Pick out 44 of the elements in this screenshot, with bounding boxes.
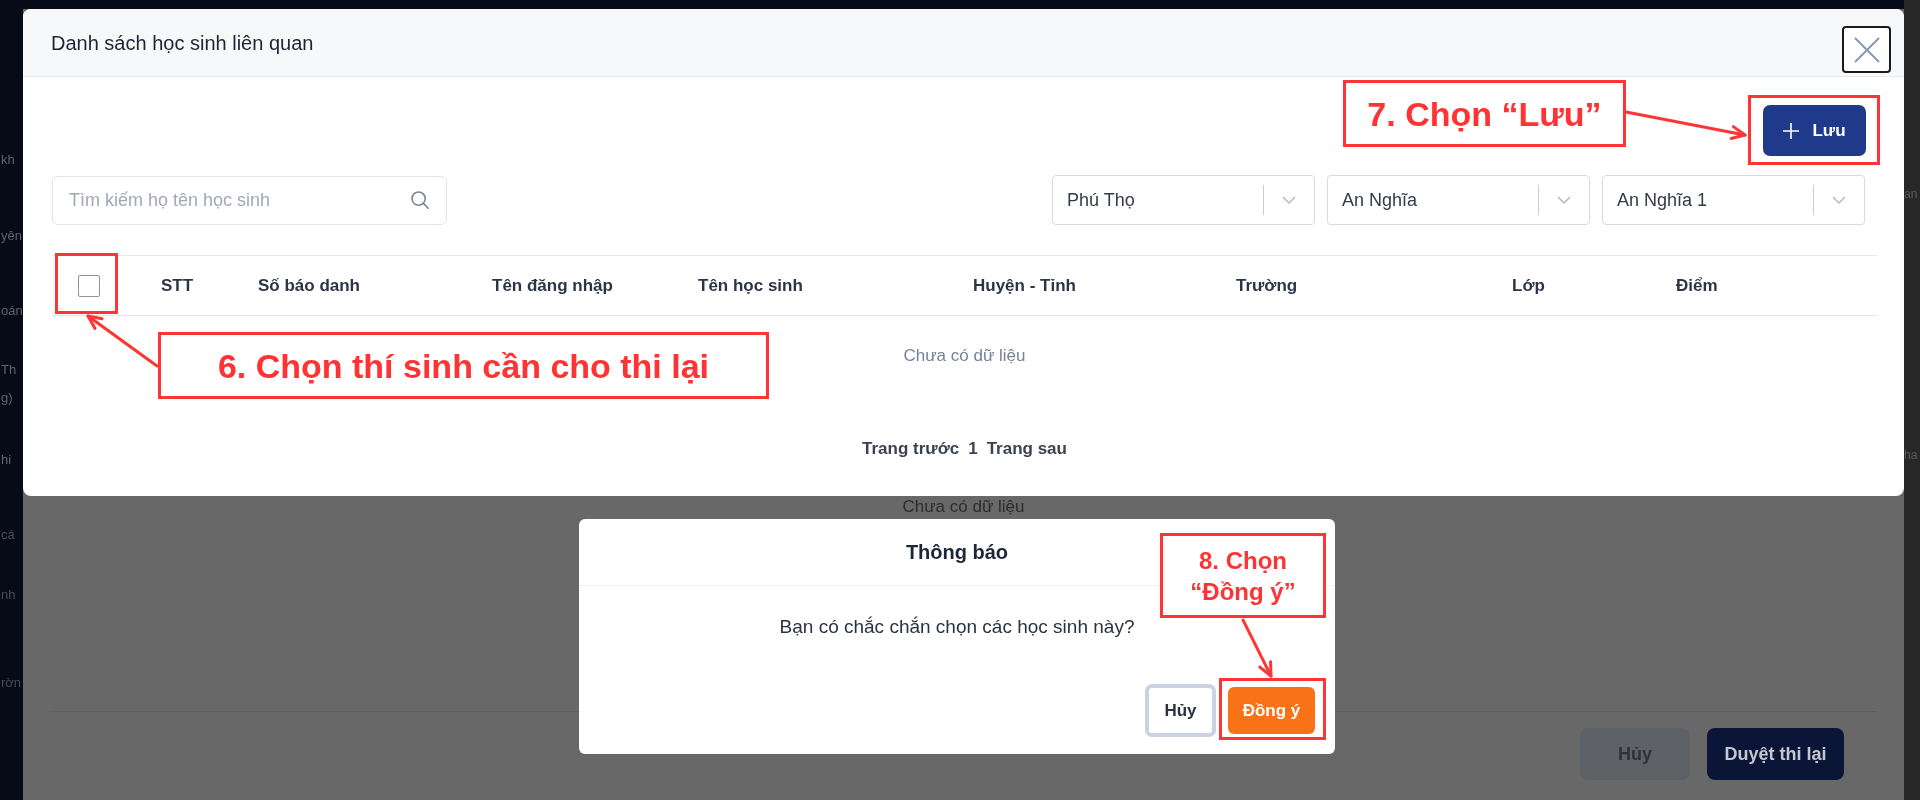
page-number[interactable]: 1 <box>968 437 978 461</box>
cancel-button[interactable]: Hủy <box>1145 684 1216 737</box>
sidebar-item-text: yên <box>0 227 22 245</box>
sidebar-item-text: Th <box>0 361 17 379</box>
next-page-link[interactable]: Trang sau <box>986 437 1067 461</box>
approve-button[interactable]: Duyệt thi lại <box>1707 728 1844 780</box>
column-header: STT <box>161 275 194 296</box>
chevron-down-icon <box>1557 196 1571 204</box>
sidebar-item-text: nh <box>0 586 16 604</box>
empty-state-text: Chưa có dữ liệu <box>902 497 1025 517</box>
select-all-checkbox[interactable] <box>78 274 100 297</box>
column-header: Lớp <box>1512 275 1545 296</box>
column-header: Số báo danh <box>258 275 360 296</box>
filter-dropdown[interactable]: An Nghĩa <box>1327 175 1590 225</box>
sidebar-item-text: kh <box>0 151 15 169</box>
dialog-title: Thông báo <box>905 540 1009 564</box>
filter-dropdown[interactable]: An Nghĩa 1 <box>1602 175 1865 225</box>
chevron-down-icon <box>1282 196 1296 204</box>
sidebar-item-text: rờn <box>0 674 22 692</box>
column-header: Tên học sinh <box>698 275 803 296</box>
highlight-frame <box>55 253 118 314</box>
save-button[interactable]: Lưu <box>1763 105 1866 156</box>
callout-label: 6. Chọn thí sinh cần cho thi lại <box>158 332 769 399</box>
close-icon <box>1853 36 1880 63</box>
column-header: Điểm <box>1676 275 1718 296</box>
previous-page-link[interactable]: Trang trước <box>862 437 960 461</box>
empty-state-text: Chưa có dữ liệu <box>903 346 1026 366</box>
column-header: Huyện - Tỉnh <box>973 275 1076 296</box>
search-field[interactable]: Tìm kiếm họ tên học sinh <box>52 175 447 225</box>
dialog-message: Bạn có chắc chắn chọn các học sinh này? <box>779 615 1135 639</box>
column-header: Tên đăng nhập <box>492 275 613 296</box>
sidebar-item-text: cá <box>0 526 15 544</box>
search-icon <box>411 190 429 209</box>
sidebar-item-text: oán <box>0 302 23 320</box>
sidebar-item-text: hi <box>0 451 12 469</box>
filter-dropdown[interactable]: Phú Thọ <box>1052 175 1315 225</box>
column-header: Trường <box>1236 275 1298 296</box>
chevron-down-icon <box>1832 196 1846 204</box>
modal-title: Danh sách học sinh liên quan <box>51 30 314 55</box>
close-button[interactable] <box>1842 26 1891 73</box>
callout-label: 7. Chọn “Lưu” <box>1343 80 1626 147</box>
sidebar-item-text: g) <box>0 389 13 407</box>
callout-label: 8. Chọn “Đồng ý” <box>1160 533 1326 618</box>
plus-icon <box>1783 122 1800 139</box>
